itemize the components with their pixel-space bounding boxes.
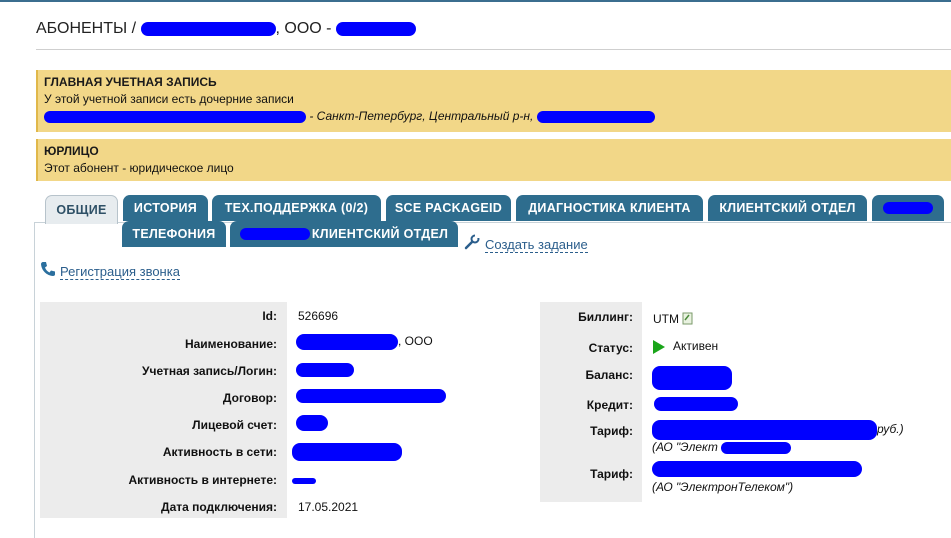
tariff1-provider: (АО "Элект: [652, 440, 718, 454]
active-status-icon: [653, 339, 665, 354]
redacted-tariff1: [652, 420, 877, 440]
redacted-balance: [652, 366, 732, 390]
account-value: [296, 415, 328, 431]
notice-address: - Санкт-Петербург, Центральный р-н,: [309, 109, 534, 123]
account-label: Лицевой счет:: [192, 418, 277, 432]
redacted-account: [296, 415, 328, 431]
billing-label: Биллинг:: [578, 310, 633, 324]
title-middle: , ООО -: [275, 20, 332, 37]
status-value: Активен: [653, 339, 718, 354]
id-value: 526696: [298, 309, 339, 323]
tariff2-provider: (АО "ЭлектронТелеком"): [652, 480, 794, 494]
redacted-tab-prefix: [239, 228, 310, 240]
net-activity-value: [292, 443, 402, 461]
page-title: АБОНЕНТЫ / , ООО -: [36, 20, 416, 38]
credit-value: [654, 396, 738, 411]
redacted-credit: [654, 396, 738, 411]
balance-value: [652, 366, 732, 390]
redacted-net-activity: [292, 443, 402, 461]
net-activity-label: Активность в сети:: [162, 445, 277, 459]
legal-entity-notice: ЮРЛИЦО Этот абонент - юридическое лицо: [36, 139, 951, 181]
inet-activity-value: [292, 473, 316, 487]
contract-value: [296, 388, 446, 403]
credit-label: Кредит:: [586, 398, 633, 412]
title-prefix: АБОНЕНТЫ /: [36, 20, 137, 37]
balance-label: Баланс:: [585, 368, 633, 382]
redacted-address: [536, 110, 655, 123]
tab-redacted-client-department[interactable]: КЛИЕНТСКИЙ ОТДЕЛ: [230, 221, 458, 247]
notice-text: У этой учетной записи есть дочерние запи…: [44, 92, 294, 106]
tariff2-value: (АО "ЭлектронТелеком"): [652, 461, 912, 494]
tab-sce-packageid[interactable]: SCE PACKAGEID: [386, 195, 511, 221]
name-suffix: , ООО: [398, 334, 433, 349]
name-label: Наименование:: [184, 337, 277, 351]
redacted-company-suffix: [335, 21, 416, 36]
tariff1-label: Тариф:: [590, 424, 633, 438]
notice-text: Этот абонент - юридическое лицо: [44, 161, 234, 175]
tariff2-label: Тариф:: [590, 467, 633, 481]
redacted-company-name: [140, 21, 276, 36]
status-label: Статус:: [588, 341, 633, 355]
redacted-tariff2: [652, 461, 862, 477]
register-call-link[interactable]: Регистрация звонка: [60, 264, 180, 280]
contract-label: Договор:: [222, 391, 277, 405]
redacted-tab-label: [883, 202, 933, 214]
redacted-tariff1-provider: [721, 441, 792, 454]
phone-icon: [40, 261, 56, 282]
tab-label: КЛИЕНТСКИЙ ОТДЕЛ: [311, 227, 449, 241]
redacted-login: [296, 362, 354, 377]
tab-history[interactable]: ИСТОРИЯ: [123, 195, 208, 221]
status-text: Активен: [673, 339, 719, 353]
tab-client-department[interactable]: КЛИЕНТСКИЙ ОТДЕЛ: [708, 195, 867, 221]
top-border: [0, 0, 951, 2]
notice-heading: ГЛАВНАЯ УЧЕТНАЯ ЗАПИСЬ: [44, 75, 217, 89]
create-task-link[interactable]: Создать задание: [485, 237, 588, 253]
tab-telephony[interactable]: ТЕЛЕФОНИЯ: [122, 221, 226, 247]
connect-date-value: 17.05.2021: [298, 500, 359, 514]
redacted-child-record: [44, 110, 306, 123]
tariff1-value: руб.) (АО "Элект: [652, 420, 912, 454]
notice-heading: ЮРЛИЦО: [44, 144, 99, 158]
login-value: [296, 362, 354, 377]
billing-edit-icon[interactable]: [682, 312, 694, 328]
login-label: Учетная запись/Логин:: [142, 364, 277, 378]
title-divider: [36, 49, 951, 50]
tab-redacted[interactable]: [872, 195, 944, 221]
redacted-name: [296, 334, 398, 350]
id-label: Id:: [262, 309, 277, 323]
inet-activity-label: Активность в интернете:: [128, 473, 277, 487]
wrench-icon: [463, 234, 481, 255]
redacted-contract: [296, 388, 446, 403]
tariff1-suffix: руб.): [877, 422, 904, 437]
billing-text: UTM: [653, 312, 679, 327]
tab-client-diagnostics[interactable]: ДИАГНОСТИКА КЛИЕНТА: [516, 195, 703, 221]
tab-tech-support[interactable]: ТЕХ.ПОДДЕРЖКА (0/2): [212, 195, 381, 221]
billing-value: UTM: [653, 312, 694, 328]
connect-date-label: Дата подключения:: [161, 500, 277, 514]
create-task-action[interactable]: Создать задание: [463, 234, 588, 255]
name-value: , ООО: [296, 334, 433, 350]
notice-child-record: - Санкт-Петербург, Центральный р-н,: [44, 108, 945, 125]
redacted-inet-activity: [292, 477, 316, 484]
tab-general[interactable]: ОБЩИЕ: [45, 195, 118, 224]
register-call-action[interactable]: Регистрация звонка: [40, 261, 180, 282]
main-account-notice: ГЛАВНАЯ УЧЕТНАЯ ЗАПИСЬ У этой учетной за…: [36, 70, 951, 132]
